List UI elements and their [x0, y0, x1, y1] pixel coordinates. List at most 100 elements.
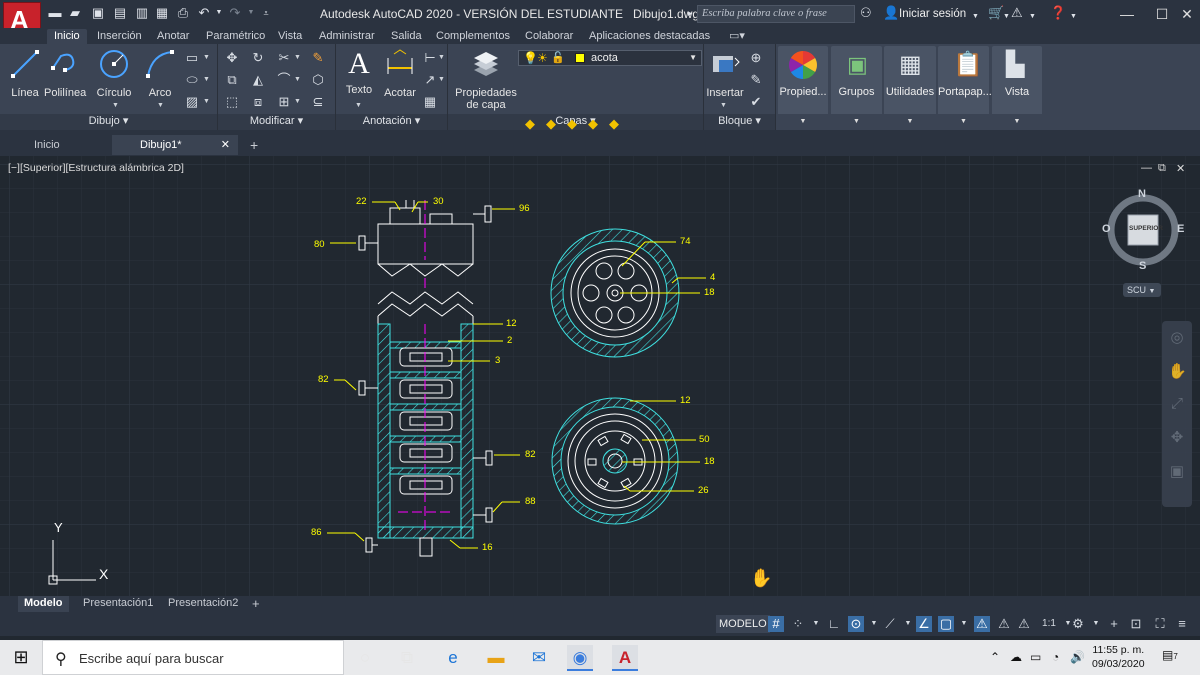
ellipse-dropdown-icon[interactable]: ▼ — [203, 76, 210, 83]
zoom-extents-icon[interactable]: ⤢ — [1168, 395, 1186, 413]
stretch-icon[interactable]: ⬚ — [224, 94, 240, 110]
isodraft-icon[interactable]: ⟋ — [882, 616, 898, 632]
rectangle-icon[interactable]: ▭ — [184, 50, 200, 66]
rectangle-dropdown-icon[interactable]: ▼ — [203, 54, 210, 61]
doctab-inicio[interactable]: Inicio — [4, 135, 114, 155]
pan-icon[interactable]: ✋ — [1168, 363, 1187, 381]
viewport-close-icon[interactable]: ✕ — [1176, 162, 1185, 175]
viewcube-north[interactable]: N — [1138, 188, 1146, 200]
search-expand-icon[interactable]: ▸ — [688, 6, 693, 20]
viewport-controls-label[interactable]: [−][Superior][Estructura alámbrica 2D] — [8, 162, 184, 174]
clean-screen-icon[interactable]: ⛶ — [1152, 616, 1168, 632]
units-icon[interactable]: ⊡ — [1128, 616, 1144, 632]
fillet-icon[interactable]: ⌒ — [276, 72, 292, 88]
layer-properties-button[interactable]: Propiedades de capa — [454, 48, 518, 111]
viewport-restore-icon[interactable]: ⧉ — [1158, 162, 1166, 175]
plot-icon[interactable]: ⎙ — [176, 6, 190, 20]
properties-panel-button[interactable]: Propied... ▼ — [778, 46, 828, 130]
a360-dropdown-icon[interactable]: ▼ — [1029, 10, 1036, 24]
onedrive-icon[interactable]: ☁ — [1010, 650, 1022, 664]
redo-dropdown-icon[interactable]: ▼ — [244, 6, 258, 20]
panel-modificar-title[interactable]: Modificar ▾ — [218, 114, 335, 130]
doctab-dibujo1[interactable]: Dibujo1* ✕ — [112, 135, 238, 155]
orbit-icon[interactable]: ✥ — [1168, 429, 1186, 447]
fillet-dropdown-icon[interactable]: ▼ — [294, 76, 301, 83]
snap-icon[interactable]: ⁘ — [790, 616, 806, 632]
edge-icon[interactable]: e — [440, 645, 466, 671]
signin-dropdown-icon[interactable]: ▼ — [972, 10, 979, 24]
polar-tracking-icon[interactable]: ⊙ — [848, 616, 864, 632]
task-view-icon[interactable]: ⧉ — [394, 645, 420, 671]
taskbar-search-box[interactable]: ⚲ Escribe aquí para buscar — [42, 640, 344, 675]
binoculars-icon[interactable]: ⚇ — [860, 6, 872, 20]
linear-dim-icon[interactable]: ⊢ — [422, 50, 438, 66]
view-panel-button[interactable]: ▙ Vista ▼ — [992, 46, 1042, 130]
text-dropdown-icon[interactable]: ▼ — [355, 102, 362, 109]
tab-colaborar[interactable]: Colaborar — [518, 29, 580, 44]
store-dropdown-icon[interactable]: ▼ — [1003, 10, 1010, 24]
workspace-gear-icon[interactable]: ⚙ — [1070, 616, 1086, 632]
tab-parametrico[interactable]: Paramétrico — [199, 29, 272, 44]
table-icon[interactable]: ▦ — [422, 94, 438, 110]
array-icon[interactable]: ⊞ — [276, 94, 292, 110]
tab-administrar[interactable]: Administrar — [312, 29, 382, 44]
edit-block-icon[interactable]: ✎ — [748, 72, 764, 88]
web-mobile-save-icon[interactable]: ▦ — [155, 6, 169, 20]
auto-scale-icon[interactable]: ⚠ — [996, 616, 1012, 632]
new-file-icon[interactable]: ▬ — [48, 6, 62, 20]
showmotion-icon[interactable]: ▣ — [1168, 463, 1186, 481]
isodraft-dropdown-icon[interactable]: ▼ — [900, 616, 916, 632]
workspace-dropdown-icon[interactable]: ▼ — [1088, 616, 1104, 632]
undo-icon[interactable]: ↶ — [197, 6, 211, 20]
store-cart-icon[interactable]: 🛒 — [988, 6, 1004, 20]
help-icon[interactable]: ❓ — [1050, 6, 1066, 20]
insert-dropdown-icon[interactable]: ▼ — [720, 102, 727, 109]
windows-start-button[interactable]: ⊞ — [0, 640, 42, 675]
panel-bloque-title[interactable]: Bloque ▾ — [704, 114, 775, 130]
annotation-scale-icon[interactable]: ⚠ — [1016, 616, 1032, 632]
hatch-icon[interactable]: ▨ — [184, 94, 200, 110]
text-tool-button[interactable]: A Texto — [342, 48, 376, 97]
insert-block-button[interactable]: Insertar — [706, 48, 744, 99]
undo-dropdown-icon[interactable]: ▼ — [212, 6, 226, 20]
arc-dropdown-icon[interactable]: ▼ — [157, 102, 164, 109]
tab-inicio[interactable]: Inicio — [47, 29, 87, 44]
object-snap-tracking-icon[interactable]: ∠ — [916, 616, 932, 632]
save-icon[interactable]: ▣ — [91, 6, 105, 20]
annotation-scale-value[interactable]: 1:1 — [1036, 616, 1062, 632]
minimize-button[interactable]: — — [1112, 4, 1142, 24]
viewcube-east[interactable]: E — [1177, 223, 1184, 235]
drawing-canvas[interactable]: 22 30 96 80 12 2 3 82 82 88 86 16 74 4 1… — [0, 156, 1200, 596]
sign-in-button[interactable]: Iniciar sesión — [899, 8, 966, 20]
circle-tool-button[interactable]: Círculo — [94, 48, 134, 99]
add-layout-icon[interactable]: + — [246, 596, 266, 612]
redo-icon[interactable]: ↷ — [228, 6, 242, 20]
ortho-icon[interactable]: ∟ — [826, 616, 842, 632]
customization-icon[interactable]: ≡ — [1174, 616, 1190, 632]
volume-icon[interactable]: 🔊 — [1070, 650, 1085, 664]
rotate-icon[interactable]: ↻ — [250, 50, 266, 66]
customize-qat-icon[interactable]: ⩡ — [259, 6, 273, 20]
user-icon[interactable]: 👤 — [883, 6, 899, 20]
snap-dropdown-icon[interactable]: ▼ — [808, 616, 824, 632]
edit-attributes-icon[interactable]: ✔ — [748, 94, 764, 110]
trim-icon[interactable]: ✂ — [276, 50, 292, 66]
tab-vista[interactable]: Vista — [271, 29, 309, 44]
trim-dropdown-icon[interactable]: ▼ — [294, 54, 301, 61]
hatch-dropdown-icon[interactable]: ▼ — [203, 98, 210, 105]
help-dropdown-icon[interactable]: ▼ — [1070, 10, 1077, 24]
array-dropdown-icon[interactable]: ▼ — [294, 98, 301, 105]
scale-icon[interactable]: ⧈ — [250, 94, 266, 110]
show-hidden-icons-icon[interactable]: ⌃ — [990, 650, 1000, 664]
panel-anotacion-title[interactable]: Anotación ▾ — [336, 114, 447, 130]
autocad-taskbar-icon[interactable]: A — [612, 645, 638, 671]
mail-icon[interactable]: ✉ — [526, 645, 552, 671]
layer-dropdown[interactable]: 💡 ☀ 🔓 acota ▼ — [518, 50, 702, 66]
circle-dropdown-icon[interactable]: ▼ — [112, 102, 119, 109]
grid-icon[interactable]: # — [768, 616, 784, 632]
layout-tab-presentacion2[interactable]: Presentación2 — [162, 596, 244, 612]
network-icon[interactable]: ◔ — [1052, 650, 1059, 664]
a360-icon[interactable]: ⚠ — [1011, 6, 1023, 20]
viewcube[interactable]: SUPERIOR N S E O — [1102, 188, 1184, 272]
model-space-button[interactable]: MODELO — [716, 615, 770, 633]
